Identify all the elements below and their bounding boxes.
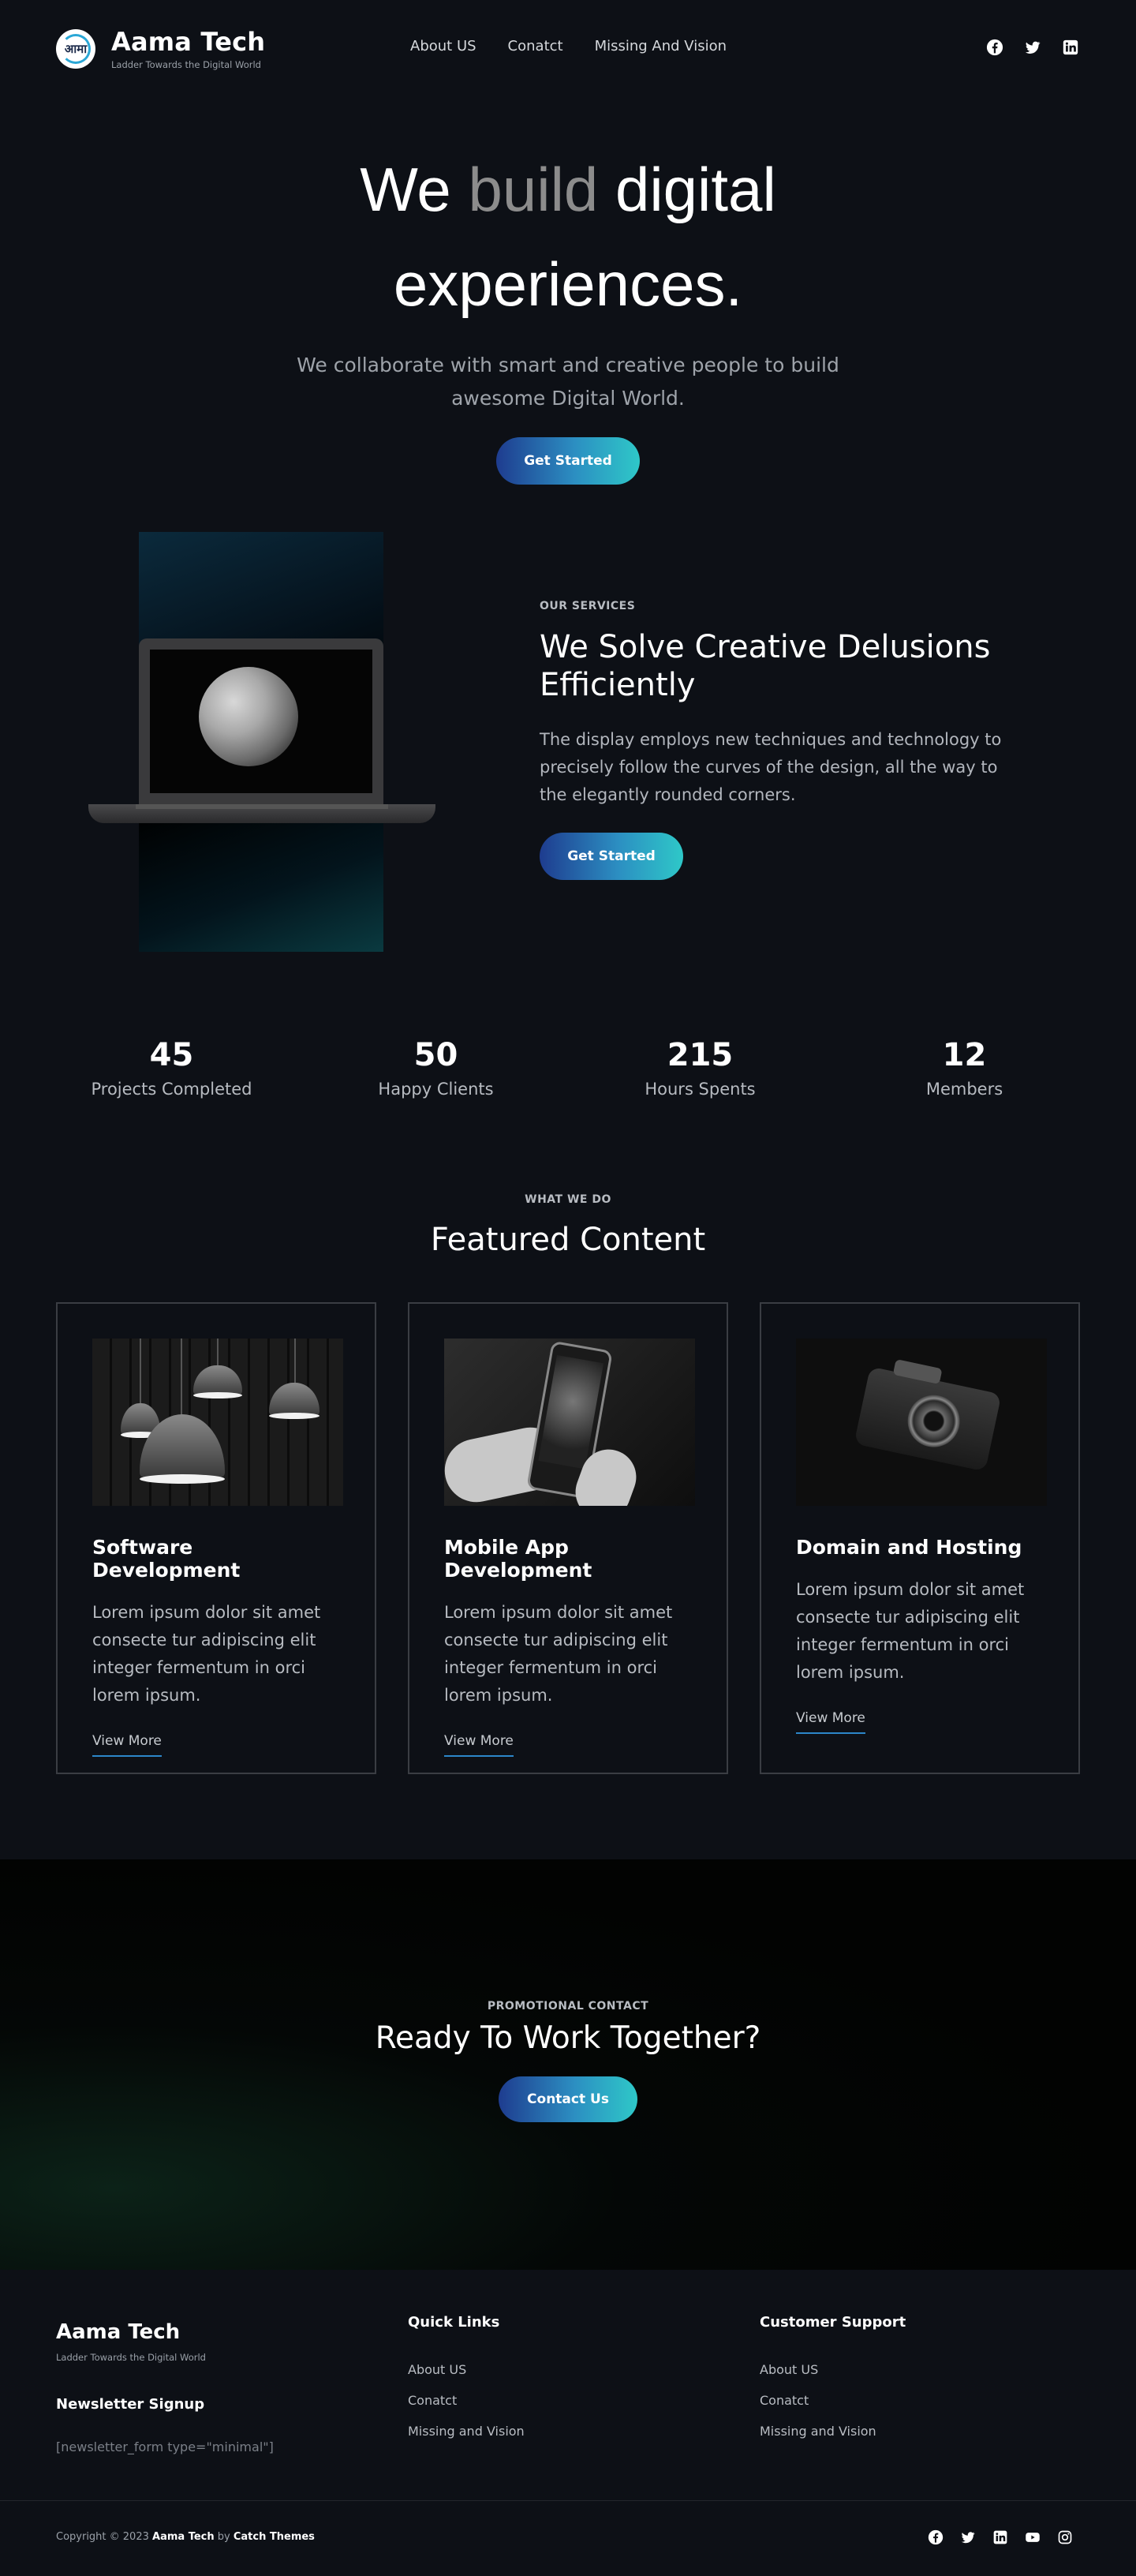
newsletter-title: Newsletter Signup [56,2396,205,2413]
card-title: Domain and Hosting [796,1536,1022,1559]
services-section: OUR SERVICES We Solve Creative Delusions… [540,600,1029,880]
linkedin-icon[interactable] [992,2529,1008,2545]
copyright-brand-link[interactable]: Aama Tech [152,2531,215,2543]
hero-get-started-button[interactable]: Get Started [496,437,640,485]
feature-card: Mobile App Development Lorem ipsum dolor… [408,1302,728,1774]
twitter-icon[interactable] [1024,39,1041,56]
hero-title: We build digital experiences. [360,155,776,319]
copyright-text: Copyright © 2023 Aama Tech by Catch Them… [56,2531,315,2543]
view-more-link[interactable]: View More [444,1733,514,1757]
nav-mission-vision[interactable]: Missing And Vision [595,38,727,54]
stat-value: 215 [667,1037,734,1073]
services-body: The display employs new techniques and t… [540,730,1002,804]
card-title: Software Development [92,1536,241,1582]
services-title: We Solve Creative Delusions Efficiently [540,629,991,703]
featured-eyebrow: WHAT WE DO [525,1193,611,1206]
promo-eyebrow: PROMOTIONAL CONTACT [487,2000,649,2012]
hero-highlight-word: build [468,155,599,224]
brand-tagline: Ladder Towards the Digital World [111,59,261,70]
brand-link[interactable]: आमा Aama Tech Ladder Towards the Digital… [56,28,265,70]
copyright-author-link[interactable]: Catch Themes [234,2531,315,2543]
youtube-icon[interactable] [1025,2529,1041,2545]
services-eyebrow: OUR SERVICES [540,600,636,612]
linkedin-icon[interactable] [1062,39,1079,56]
footer-link-contact[interactable]: Conatct [760,2385,906,2416]
feature-card: Software Development Lorem ipsum dolor s… [56,1302,376,1774]
footer-link-about[interactable]: About US [760,2354,906,2385]
footer-divider [0,2500,1136,2501]
camera-image [796,1339,1047,1506]
footer-link-about[interactable]: About US [408,2354,525,2385]
contact-us-button[interactable]: Contact Us [499,2076,637,2122]
stat-label: Hours Spents [645,1080,756,1099]
promo-title: Ready To Work Together? [375,2020,761,2056]
hero-subtitle: We collaborate with smart and creative p… [297,354,839,410]
stat-label: Members [925,1080,1003,1099]
nav-contact[interactable]: Conatct [508,38,563,54]
laptop-image [87,532,465,952]
footer-social-links [928,2529,1073,2545]
featured-title: Featured Content [430,1222,706,1258]
main-nav: About US Conatct Missing And Vision [410,38,727,54]
stat-item: 215 Hours Spents [568,1035,832,1099]
quick-links-title: Quick Links [408,2314,500,2331]
promo-section: PROMOTIONAL CONTACT Ready To Work Togeth… [0,1859,1136,2270]
card-title: Mobile App Development [444,1536,592,1582]
hero-section: We build digital experiences. We collabo… [0,142,1136,485]
footer-brand-column: Aama Tech Ladder Towards the Digital Wor… [56,2320,274,2454]
footer-link-mission-vision[interactable]: Missing and Vision [760,2416,906,2447]
facebook-icon[interactable] [928,2529,944,2545]
view-more-link[interactable]: View More [796,1710,865,1734]
featured-header: WHAT WE DO Featured Content [0,1193,1136,1258]
stat-value: 45 [149,1037,194,1073]
newsletter-shortcode: [newsletter_form type="minimal"] [56,2439,274,2454]
brand-logo: आमा [56,29,95,69]
card-body: Lorem ipsum dolor sit amet consecte tur … [444,1603,673,1705]
footer-customer-support: Customer Support About US Conatct Missin… [760,2314,906,2447]
stat-value: 12 [942,1037,987,1073]
services-get-started-button[interactable]: Get Started [540,833,683,880]
footer-quick-links: Quick Links About US Conatct Missing and… [408,2314,525,2447]
card-body: Lorem ipsum dolor sit amet consecte tur … [796,1580,1025,1682]
footer-link-contact[interactable]: Conatct [408,2385,525,2416]
site-header: आमा Aama Tech Ladder Towards the Digital… [0,0,1136,98]
stat-item: 50 Happy Clients [304,1035,568,1099]
nav-about[interactable]: About US [410,38,476,54]
header-social-links [986,39,1079,56]
stat-value: 50 [413,1037,458,1073]
feature-card: Domain and Hosting Lorem ipsum dolor sit… [760,1302,1080,1774]
smartphone-image [444,1339,695,1506]
logo-glyph: आमा [64,42,88,56]
twitter-icon[interactable] [960,2529,976,2545]
pendant-lamps-image [92,1339,343,1506]
footer-tagline: Ladder Towards the Digital World [56,2352,206,2363]
stats-section: 45 Projects Completed 50 Happy Clients 2… [39,1035,1097,1099]
stat-label: Happy Clients [378,1080,494,1099]
brand-name: Aama Tech [111,27,266,57]
view-more-link[interactable]: View More [92,1733,162,1757]
instagram-icon[interactable] [1057,2529,1073,2545]
stat-item: 12 Members [832,1035,1097,1099]
moon-graphic [199,667,298,766]
stat-label: Projects Completed [91,1080,252,1099]
card-body: Lorem ipsum dolor sit amet consecte tur … [92,1603,321,1705]
footer-link-mission-vision[interactable]: Missing and Vision [408,2416,525,2447]
customer-support-title: Customer Support [760,2314,906,2331]
stat-item: 45 Projects Completed [39,1035,304,1099]
facebook-icon[interactable] [986,39,1003,56]
footer-brand-name[interactable]: Aama Tech [56,2320,274,2344]
featured-cards: Software Development Lorem ipsum dolor s… [56,1302,1080,1774]
